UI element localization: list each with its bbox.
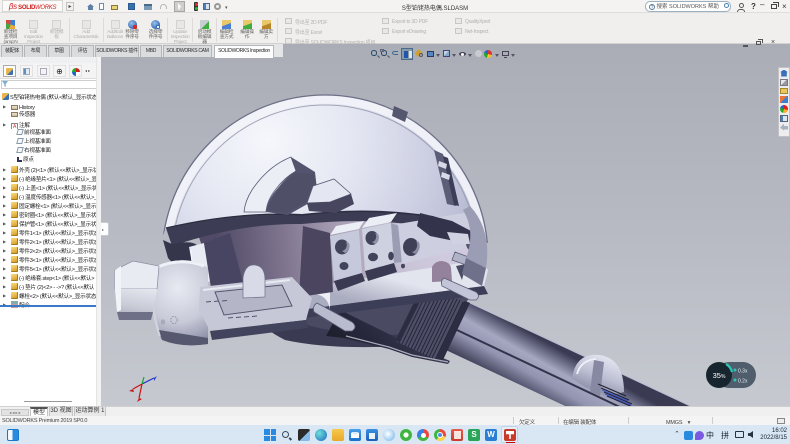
svg-text:0.2x: 0.2x [738, 379, 748, 385]
svg-text:0.3x: 0.3x [738, 369, 748, 375]
